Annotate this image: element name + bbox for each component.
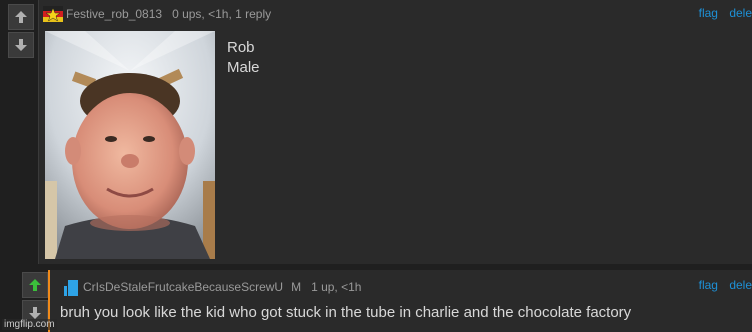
- comment-1: Festive_rob_0813 0 ups, <1h, 1 reply fla…: [38, 0, 752, 264]
- vote-column-1: [8, 4, 36, 58]
- comment-header: CrIsDeStaleFrutcakeBecauseScrewU M 1 up,…: [64, 278, 361, 296]
- arrow-up-icon: [29, 279, 41, 291]
- comment-image[interactable]: [45, 31, 215, 259]
- comment-text: bruh you look like the kid who got stuck…: [60, 304, 632, 321]
- user-flag-icon: [64, 278, 78, 296]
- upvote-button[interactable]: [22, 272, 48, 298]
- arrow-up-icon: [15, 11, 27, 23]
- caption-line-name: Rob: [227, 39, 255, 56]
- upvote-button[interactable]: [8, 4, 34, 30]
- comment-meta: 0 ups, <1h, 1 reply: [172, 7, 272, 21]
- flag-link[interactable]: flag: [699, 278, 718, 292]
- comment-2: CrIsDeStaleFrutcakeBecauseScrewU M 1 up,…: [50, 270, 752, 332]
- comment-header: Festive_rob_0813 0 ups, <1h, 1 reply: [43, 6, 271, 22]
- comment-meta: 1 up, <1h: [311, 280, 362, 294]
- username[interactable]: CrIsDeStaleFrutcakeBecauseScrewU: [83, 280, 283, 294]
- caption-line-gender: Male: [227, 59, 260, 76]
- comment-actions: flag dele: [691, 278, 752, 292]
- downvote-button[interactable]: [8, 32, 34, 58]
- comment-caption: Rob Male: [227, 38, 260, 78]
- vote-column-2: [22, 272, 50, 326]
- delete-link[interactable]: dele: [729, 278, 752, 292]
- mod-badge: M: [291, 280, 302, 294]
- arrow-down-icon: [15, 39, 27, 51]
- username[interactable]: Festive_rob_0813: [66, 7, 162, 21]
- comment-actions: flag dele: [691, 6, 752, 20]
- watermark: imgflip.com: [2, 319, 57, 330]
- delete-link[interactable]: dele: [729, 6, 752, 20]
- comment-thread: Festive_rob_0813 0 ups, <1h, 1 reply fla…: [0, 0, 752, 332]
- flag-link[interactable]: flag: [699, 6, 718, 20]
- user-flag-icon: [43, 6, 63, 22]
